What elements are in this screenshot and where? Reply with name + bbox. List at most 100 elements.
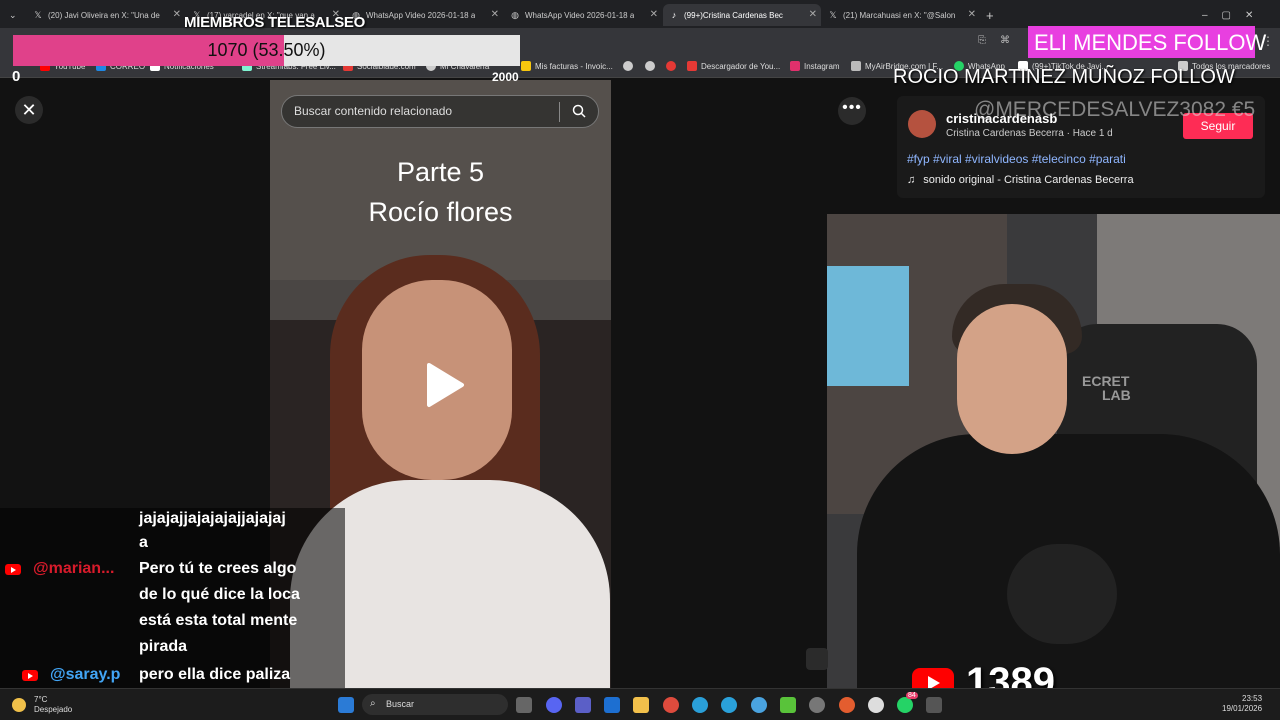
taskbar-search[interactable]: Buscar <box>362 694 508 715</box>
chat-username: @saray.p <box>50 666 121 683</box>
app-icon[interactable] <box>926 697 942 713</box>
more-icon: ••• <box>842 99 862 116</box>
bookmark-pin[interactable] <box>666 61 680 71</box>
avatar[interactable] <box>908 110 936 138</box>
chrome-icon[interactable] <box>663 697 679 713</box>
tab-5-active[interactable]: ♪ (99+)Cristina Cardenas Bec ✕ <box>663 4 821 26</box>
music-note-icon: ♫ <box>907 174 916 186</box>
windows-start-icon[interactable] <box>338 697 354 713</box>
app-icon[interactable] <box>868 697 884 713</box>
follow-alert-2: ROCIO MARTINEZ MUÑOZ FOLLOW <box>893 66 1235 88</box>
moon-icon <box>12 698 26 712</box>
close-icon[interactable]: ✕ <box>491 9 499 20</box>
members-goal-bar: 1070 (53.50%) <box>13 35 520 66</box>
invoice-icon <box>521 61 531 71</box>
chevron-down-icon: ⌄ <box>9 9 17 20</box>
tab-title: (20) Javi Oliveira en X: "Una de <box>48 10 160 20</box>
bookmark-facturas[interactable]: Mis facturas - Invoic... <box>521 61 613 71</box>
webcam-monitor <box>827 266 909 386</box>
tab-title: WhatsApp Video 2026-01-18 a <box>366 10 476 20</box>
globe-icon <box>623 61 633 71</box>
youtube-icon <box>22 670 38 681</box>
chat-line: Pero tú te crees algo <box>139 560 297 577</box>
tab-list-button[interactable]: ⌄ <box>6 4 22 26</box>
edge-icon[interactable] <box>692 697 708 713</box>
follow-alert-1: ELI MENDES FOLLOW <box>1028 26 1266 58</box>
bookmark-globe-2[interactable] <box>645 61 659 71</box>
chat-line: está esta total mente <box>139 612 298 629</box>
translate-icon[interactable]: ⌘ <box>1000 35 1010 46</box>
tab-1[interactable]: 𝕏 (20) Javi Oliveira en X: "Una de ✕ <box>27 4 185 26</box>
file-explorer-icon[interactable] <box>633 697 649 713</box>
x-logo-icon: 𝕏 <box>829 10 837 20</box>
close-icon[interactable]: ✕ <box>650 9 658 20</box>
copy-icon[interactable] <box>806 648 828 670</box>
chat-line: pirada <box>139 638 188 655</box>
webcam-microphone <box>1007 544 1117 644</box>
cloud-icon <box>851 61 861 71</box>
tab-3[interactable]: ◍ WhatsApp Video 2026-01-18 a ✕ <box>345 4 503 26</box>
members-goal-min: 0 <box>12 68 21 85</box>
webcam-feed: ECRET LAB <box>827 214 1280 688</box>
window-controls[interactable]: –▢✕ <box>1196 4 1276 26</box>
search-placeholder: Buscar contenido relacionado <box>294 104 453 118</box>
pin-icon <box>666 61 676 71</box>
taskbar-clock[interactable]: 23:53 19/01/2026 <box>1222 694 1262 714</box>
youtube-icon <box>5 564 21 575</box>
search-icon[interactable] <box>572 104 586 118</box>
webcam-person-head <box>957 304 1067 454</box>
weather-widget[interactable]: 7°C Despejado <box>12 695 72 715</box>
video-title-line-2: Rocío flores <box>368 197 513 227</box>
outlook-icon[interactable] <box>604 697 620 713</box>
close-icon: ✕ <box>21 100 37 120</box>
bookmark-descargador[interactable]: Descargador de You... <box>687 61 780 71</box>
new-tab-button[interactable]: + <box>980 4 1000 26</box>
task-view-icon[interactable] <box>516 697 532 713</box>
members-goal-max: 2000 <box>492 70 519 84</box>
chat-line: pero ella dice paliza <box>139 666 291 683</box>
bookmark-instagram[interactable]: Instagram <box>790 61 840 71</box>
hashtags[interactable]: #fyp #viral #viralvideos #telecinco #par… <box>907 152 1126 166</box>
screen: ⌄ 𝕏 (20) Javi Oliveira en X: "Una de ✕ 𝕏 (1… <box>0 0 1280 720</box>
telegram-icon[interactable] <box>721 697 737 713</box>
tab-4[interactable]: ◍ WhatsApp Video 2026-01-18 a ✕ <box>504 4 662 26</box>
download-icon <box>687 61 697 71</box>
network-icon[interactable] <box>751 697 767 713</box>
close-icon[interactable]: ✕ <box>968 9 976 20</box>
cast-icon[interactable]: ⎘ <box>978 35 986 46</box>
globe-icon <box>645 61 655 71</box>
teams-icon[interactable] <box>575 697 591 713</box>
chat-line: de lo qué dice la loca <box>139 586 300 603</box>
discord-icon[interactable] <box>546 697 562 713</box>
globe-icon: ◍ <box>511 10 519 20</box>
related-search-input[interactable]: Buscar contenido relacionado <box>281 95 599 128</box>
instagram-icon <box>790 61 800 71</box>
donation-alert: @MERCEDESALVEZ3082 €5 <box>974 98 1256 121</box>
search-divider <box>559 102 560 122</box>
x-logo-icon: 𝕏 <box>34 10 42 20</box>
weather-condition: Despejado <box>34 705 73 714</box>
play-icon[interactable] <box>425 362 465 408</box>
chat-username: @marian... <box>33 560 115 577</box>
author-meta: Cristina Cardenas Becerra · Hace 1 d <box>946 128 1113 139</box>
whatsapp-icon[interactable] <box>897 697 913 713</box>
tab-title: (21) Marcahuasi en X: "@Salon <box>843 10 956 20</box>
chat-overlay: jajajajjajajajajjajajaj a @marian... Per… <box>0 508 345 690</box>
app-icon[interactable] <box>839 697 855 713</box>
close-button[interactable]: ✕ <box>15 96 43 124</box>
close-icon[interactable]: ✕ <box>809 9 817 20</box>
chat-line: jajajajjajajajajjajajaj <box>139 510 286 527</box>
chair-logo: ECRET LAB <box>1082 373 1131 403</box>
more-options-button[interactable]: ••• <box>838 97 866 125</box>
close-icon[interactable]: ✕ <box>173 9 181 20</box>
camtasia-icon[interactable] <box>780 697 796 713</box>
chat-line: a <box>139 534 148 551</box>
whatsapp-badge: 84 <box>906 692 918 699</box>
obs-icon[interactable] <box>809 697 825 713</box>
sound-link[interactable]: ♫ sonido original - Cristina Cardenas Bec… <box>907 174 1134 186</box>
search-icon: ⌕ <box>370 698 376 709</box>
tiktok-icon: ♪ <box>671 10 677 20</box>
bookmark-globe-1[interactable] <box>623 61 637 71</box>
tab-6[interactable]: 𝕏 (21) Marcahuasi en X: "@Salon ✕ <box>822 4 980 26</box>
sound-label: sonido original - Cristina Cardenas Bece… <box>923 174 1134 186</box>
